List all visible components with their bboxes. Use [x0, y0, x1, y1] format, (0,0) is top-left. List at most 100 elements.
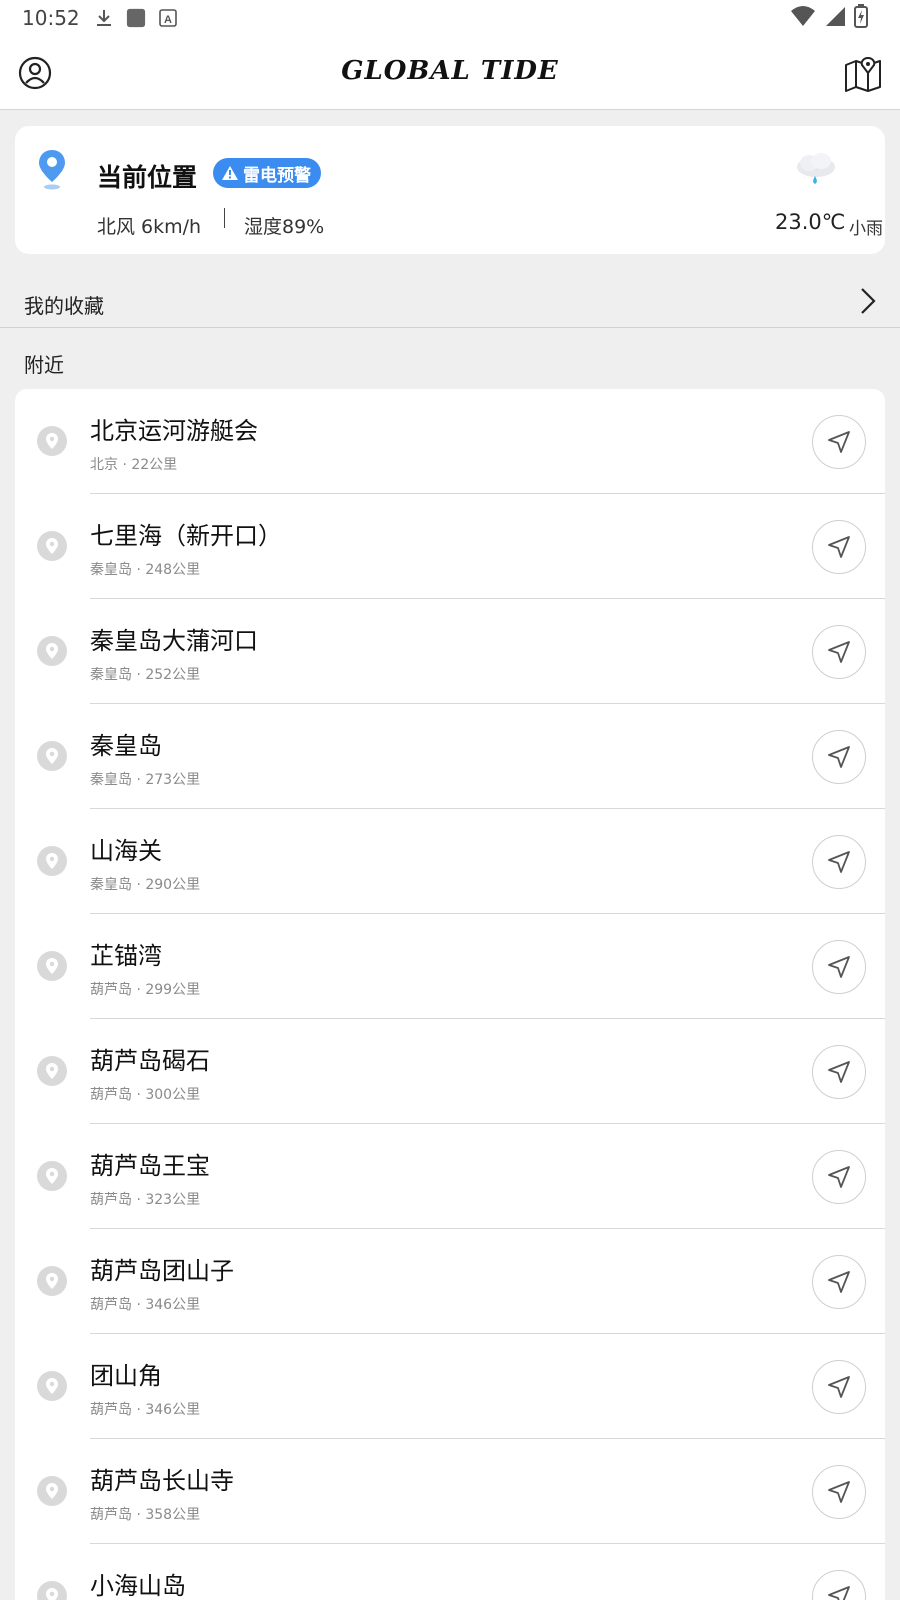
status-time: 10:52 [22, 6, 80, 30]
location-pin-icon [37, 741, 67, 771]
location-title: 当前位置 [97, 163, 198, 192]
location-pin-icon [37, 1161, 67, 1191]
app-square-icon [126, 7, 146, 29]
list-item[interactable]: 芷锚湾 葫芦岛 · 299公里 [15, 914, 885, 1019]
location-pin-icon [37, 1056, 67, 1086]
map-pin-icon[interactable] [844, 56, 882, 92]
weather-alert-badge[interactable]: 雷电预警 [213, 158, 321, 188]
item-meta: 葫芦岛 · 300公里 [90, 1087, 201, 1103]
weather-card[interactable]: 当前位置 雷电预警 北风 6km/h 湿度89% 23.0℃ 小雨 [15, 126, 885, 254]
navigate-button[interactable] [812, 1255, 866, 1309]
list-item[interactable]: 小海山岛 [15, 1544, 885, 1600]
item-name: 团山角 [90, 1362, 162, 1390]
navigate-button[interactable] [812, 1360, 866, 1414]
item-name: 葫芦岛团山子 [90, 1257, 234, 1285]
item-name: 秦皇岛 [90, 732, 162, 760]
location-pin-icon [37, 636, 67, 666]
item-meta: 秦皇岛 · 248公里 [90, 562, 201, 578]
navigate-arrow-icon [828, 1376, 850, 1398]
navigate-arrow-icon [828, 431, 850, 453]
location-pin-icon [37, 951, 67, 981]
alert-label: 雷电预警 [243, 165, 311, 186]
brand-logo: GLOBAL TIDE [341, 56, 559, 86]
svg-text:A: A [164, 14, 172, 26]
navigate-button[interactable] [812, 835, 866, 889]
location-pin-icon [37, 426, 67, 456]
app-header: GLOBAL TIDE [0, 36, 900, 110]
list-item[interactable]: 北京运河游艇会 北京 · 22公里 [15, 389, 885, 494]
item-name: 葫芦岛王宝 [90, 1152, 210, 1180]
list-item[interactable]: 秦皇岛 秦皇岛 · 273公里 [15, 704, 885, 809]
download-icon [94, 7, 114, 29]
location-pin-icon [37, 1371, 67, 1401]
navigate-button[interactable] [812, 1465, 866, 1519]
list-item[interactable]: 葫芦岛王宝 葫芦岛 · 323公里 [15, 1124, 885, 1229]
item-meta: 秦皇岛 · 252公里 [90, 667, 201, 683]
item-meta: 北京 · 22公里 [90, 457, 178, 473]
item-name: 葫芦岛碣石 [90, 1047, 210, 1075]
battery-charging-icon [854, 4, 868, 32]
navigate-button[interactable] [812, 520, 866, 574]
item-name: 七里海（新开口） [90, 522, 282, 550]
navigate-arrow-icon [828, 746, 850, 768]
list-item[interactable]: 七里海（新开口） 秦皇岛 · 248公里 [15, 494, 885, 599]
navigate-arrow-icon [828, 641, 850, 663]
navigate-button[interactable] [812, 625, 866, 679]
navigate-button[interactable] [812, 940, 866, 994]
navigate-arrow-icon [828, 956, 850, 978]
item-meta: 葫芦岛 · 358公里 [90, 1507, 201, 1523]
warning-icon [222, 166, 238, 180]
item-name: 北京运河游艇会 [90, 417, 258, 445]
navigate-arrow-icon [828, 1481, 850, 1503]
location-pin-icon [37, 531, 67, 561]
item-name: 秦皇岛大蒲河口 [90, 627, 258, 655]
item-meta: 葫芦岛 · 346公里 [90, 1402, 201, 1418]
humidity-info: 湿度89% [244, 216, 325, 238]
item-meta: 秦皇岛 · 290公里 [90, 877, 201, 893]
nearby-section-title: 附近 [24, 353, 64, 377]
navigate-arrow-icon [828, 1271, 850, 1293]
navigate-arrow-icon [828, 851, 850, 873]
navigate-arrow-icon [828, 1586, 850, 1600]
list-item[interactable]: 山海关 秦皇岛 · 290公里 [15, 809, 885, 914]
rain-cloud-icon [793, 150, 839, 194]
navigate-arrow-icon [828, 536, 850, 558]
location-pin-icon [37, 1581, 67, 1600]
item-name: 山海关 [90, 837, 162, 865]
navigate-button[interactable] [812, 415, 866, 469]
chevron-right-icon [858, 286, 878, 316]
nearby-list: 北京运河游艇会 北京 · 22公里 七里海（新开口） 秦皇岛 · 248公里 秦… [15, 389, 885, 1600]
temperature: 23.0℃ [775, 210, 846, 234]
navigate-button[interactable] [812, 1150, 866, 1204]
weather-condition: 小雨 [849, 219, 883, 239]
item-name: 小海山岛 [90, 1572, 186, 1600]
navigate-arrow-icon [828, 1061, 850, 1083]
item-meta: 葫芦岛 · 299公里 [90, 982, 201, 998]
item-meta: 秦皇岛 · 273公里 [90, 772, 201, 788]
status-bar: 10:52 A [0, 0, 900, 36]
navigate-button[interactable] [812, 1570, 866, 1600]
list-item[interactable]: 葫芦岛团山子 葫芦岛 · 346公里 [15, 1229, 885, 1334]
list-item[interactable]: 团山角 葫芦岛 · 346公里 [15, 1334, 885, 1439]
signal-icon [824, 5, 846, 31]
font-a-icon: A [158, 7, 178, 29]
divider [224, 208, 225, 228]
favorites-row[interactable]: 我的收藏 [0, 278, 900, 328]
list-item[interactable]: 葫芦岛长山寺 葫芦岛 · 358公里 [15, 1439, 885, 1544]
location-pin-icon [37, 846, 67, 876]
location-pin-icon [37, 148, 67, 190]
list-item[interactable]: 葫芦岛碣石 葫芦岛 · 300公里 [15, 1019, 885, 1124]
favorites-label: 我的收藏 [24, 294, 104, 318]
wifi-icon [790, 5, 816, 31]
list-item[interactable]: 秦皇岛大蒲河口 秦皇岛 · 252公里 [15, 599, 885, 704]
navigate-button[interactable] [812, 730, 866, 784]
navigate-button[interactable] [812, 1045, 866, 1099]
navigate-arrow-icon [828, 1166, 850, 1188]
location-pin-icon [37, 1476, 67, 1506]
item-name: 芷锚湾 [90, 942, 162, 970]
wind-info: 北风 6km/h [97, 216, 202, 238]
item-meta: 葫芦岛 · 323公里 [90, 1192, 201, 1208]
location-pin-icon [37, 1266, 67, 1296]
item-meta: 葫芦岛 · 346公里 [90, 1297, 201, 1313]
item-name: 葫芦岛长山寺 [90, 1467, 234, 1495]
